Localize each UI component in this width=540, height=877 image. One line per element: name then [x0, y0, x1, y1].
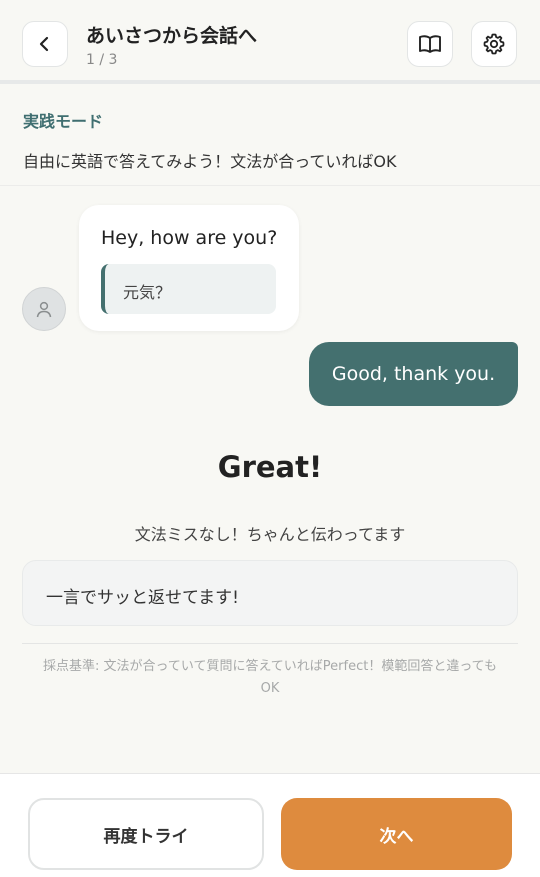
feedback-box: 一言でサッと返せてます!	[22, 560, 518, 626]
mode-section: 実践モード 自由に英語で答えてみよう！文法が合っていればOK	[0, 88, 540, 186]
open-book-icon	[418, 33, 442, 55]
incoming-message-bubble: Hey, how are you? 元気？	[79, 205, 299, 331]
mode-description: 自由に英語で答えてみよう！文法が合っていればOK	[23, 152, 397, 171]
back-button[interactable]	[22, 21, 68, 67]
scoring-criteria: 採点基準: 文法が合っていて質問に答えていればPerfect！模範回答と違っても…	[42, 659, 498, 696]
result-subtitle: 文法ミスなし！ちゃんと伝わってます	[134, 525, 406, 544]
app-header: あいさつから会話へ 1 / 3	[0, 0, 540, 84]
settings-button[interactable]	[471, 21, 517, 67]
page-title: あいさつから会話へ	[86, 25, 258, 47]
result-title: Great!	[217, 450, 323, 484]
divider	[22, 643, 518, 644]
retry-button[interactable]: 再度トライ	[28, 798, 264, 870]
avatar	[22, 287, 66, 331]
chevron-left-icon	[36, 35, 54, 53]
incoming-message-text: Hey, how are you?	[101, 227, 278, 249]
message-translation: 元気？	[101, 264, 276, 314]
mode-label: 実践モード	[23, 112, 104, 131]
progress-counter: 1 / 3	[86, 52, 118, 68]
outgoing-message-bubble: Good, thank you.	[309, 342, 518, 406]
user-icon	[34, 299, 54, 319]
gear-icon	[482, 32, 506, 56]
footer-bar: 再度トライ 次へ	[0, 773, 540, 877]
dictionary-button[interactable]	[407, 21, 453, 67]
next-button[interactable]: 次へ	[281, 798, 512, 870]
outgoing-message-text: Good, thank you.	[331, 363, 496, 385]
